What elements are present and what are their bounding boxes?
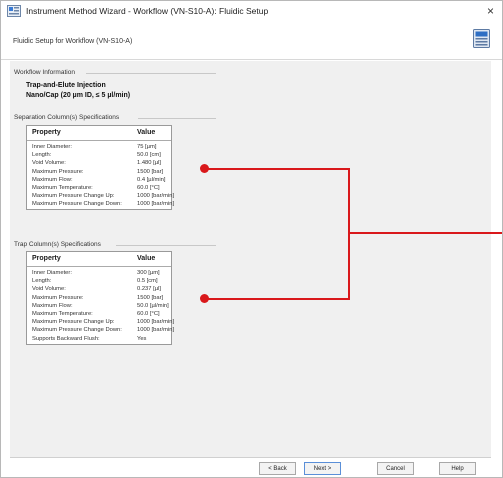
table-row: Maximum Pressure Change Up: 1000 [bar/min… [27,192,175,200]
property-cell: Maximum Pressure Change Up: [32,319,115,326]
table-row: Supports Backward Flush: Yes [27,335,171,343]
table-row: Void Volume: 0.237 [µl] [27,285,171,293]
value-cell: 1500 [bar] [137,294,164,301]
table-row: Maximum Pressure Change Down: 1000 [bar/m… [27,200,175,208]
property-cell: Maximum Flow: [32,302,73,309]
value-cell: 60.0 [°C] [137,184,160,191]
property-cell: Inner Diameter: [32,144,72,150]
value-cell: 0.4 [µl/min] [137,176,166,183]
property-cell: Maximum Pressure Change Up: [32,193,115,200]
workflow-group-title: Workflow Information [14,69,75,76]
value-cell: Yes [137,335,147,342]
divider [138,118,216,119]
table-row: Maximum Pressure: 1500 [bar] [27,168,171,176]
next-button[interactable]: Next > [304,462,341,475]
property-cell: Maximum Temperature: [32,310,93,317]
value-cell: 1000 [bar/min] [137,201,175,208]
property-cell: Maximum Temperature: [32,184,93,191]
value-cell: 50.0 [µl/min] [137,302,169,309]
page-heading: Fluidic Setup for Workflow (VN-S10-A) [13,38,133,45]
table-row: Maximum Flow: 0.4 [µl/min] [27,176,171,184]
value-cell: 1.480 [µl] [137,160,161,167]
property-cell: Maximum Flow: [32,176,73,183]
callout-line [206,298,350,300]
table-row: Maximum Flow: 50.0 [µl/min] [27,302,171,310]
value-cell: 1000 [bar/min] [137,319,175,326]
column-header-value: Value [137,255,156,262]
close-icon[interactable]: × [487,4,494,18]
title-bar: Instrument Method Wizard - Workflow (VN-… [1,1,502,23]
help-button[interactable]: Help [439,462,476,475]
value-cell: 75 [µm] [137,144,157,150]
property-cell: Void Volume: [32,286,66,293]
trap-group-title: Trap Column(s) Specifications [14,241,101,248]
table-row: Maximum Temperature: 60.0 [°C] [27,310,171,318]
wizard-content: Workflow Information Trap-and-Elute Inje… [10,61,491,457]
value-cell: 1000 [bar/min] [137,193,175,200]
trap-specs-table: Property Value Inner Diameter: 300 [µm] L… [26,251,175,345]
workflow-name: Trap-and-Elute Injection [26,82,106,89]
column-header-property: Property [32,255,61,262]
separation-group-title: Separation Column(s) Specifications [14,114,120,121]
value-cell: 1000 [bar/min] [137,327,175,334]
property-cell: Length: [32,152,52,159]
callout-line [348,168,350,300]
property-cell: Maximum Pressure Change Down: [32,327,122,334]
app-icon [7,5,21,17]
value-cell: 60.0 [°C] [137,310,160,317]
workflow-subtitle: Nano/Cap (20 µm ID, ≤ 5 µl/min) [26,92,131,99]
window-title: Instrument Method Wizard - Workflow (VN-… [26,6,269,16]
divider [86,73,216,74]
column-header-property: Property [32,129,61,136]
divider [116,245,216,246]
value-cell: 300 [µm] [137,270,160,276]
property-cell: Maximum Pressure: [32,294,84,301]
table-row: Maximum Pressure Change Down: 1000 [bar/m… [27,326,175,334]
page-header: Fluidic Setup for Workflow (VN-S10-A) [1,23,502,60]
property-cell: Maximum Pressure: [32,168,84,175]
table-row: Maximum Pressure: 1500 [bar] [27,294,171,302]
callout-line [206,168,350,170]
table-header: Property Value [27,126,171,141]
table-row: Length: 50.0 [cm] [27,151,171,159]
callout-line [348,232,502,234]
table-row: Void Volume: 1.480 [µl] [27,159,171,167]
back-button[interactable]: < Back [259,462,296,475]
value-cell: 0.5 [cm] [137,278,158,285]
table-row: Length: 0.5 [cm] [27,277,171,285]
separation-specs-table: Property Value Inner Diameter: 75 [µm] Le… [26,125,175,210]
table-row: Maximum Temperature: 60.0 [°C] [27,184,171,192]
table-row: Inner Diameter: 75 [µm] [27,143,171,151]
cancel-button[interactable]: Cancel [377,462,414,475]
instrument-icon [473,29,490,48]
footer-divider [10,457,491,458]
column-header-value: Value [137,129,156,136]
property-cell: Maximum Pressure Change Down: [32,201,122,208]
wizard-window: Instrument Method Wizard - Workflow (VN-… [0,0,503,478]
value-cell: 1500 [bar] [137,168,164,175]
value-cell: 0.237 [µl] [137,286,161,293]
property-cell: Inner Diameter: [32,270,72,276]
value-cell: 50.0 [cm] [137,152,161,159]
table-row: Inner Diameter: 300 [µm] [27,269,171,277]
property-cell: Void Volume: [32,160,66,167]
table-header: Property Value [27,252,171,267]
property-cell: Supports Backward Flush: [32,335,100,342]
table-row: Maximum Pressure Change Up: 1000 [bar/min… [27,318,175,326]
property-cell: Length: [32,278,52,285]
